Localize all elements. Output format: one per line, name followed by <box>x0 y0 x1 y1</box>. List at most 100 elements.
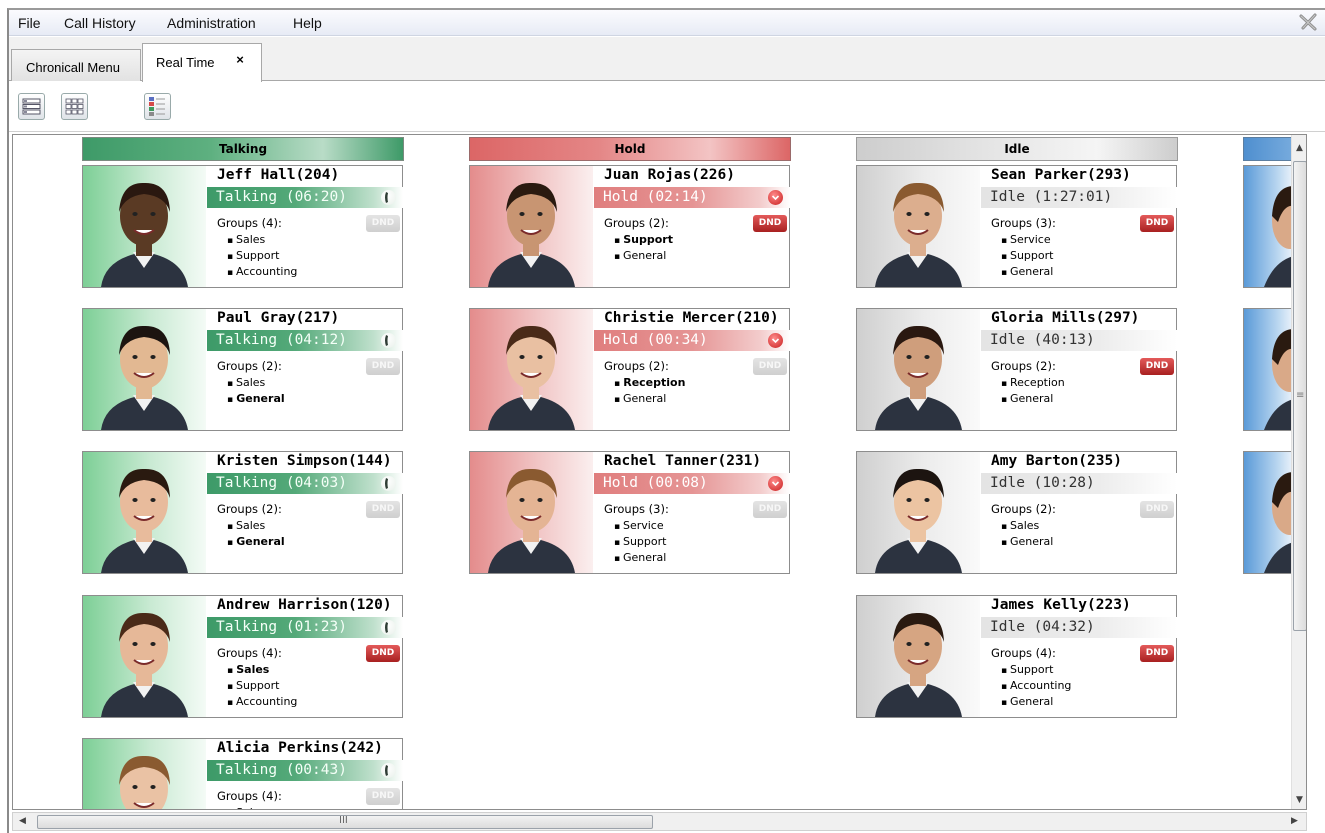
agent-status-bar: Hold (00:34) <box>594 330 790 351</box>
agent-status-text: Talking (00:43) <box>216 762 347 778</box>
agent-photo <box>83 452 206 573</box>
list-view-button[interactable] <box>18 93 45 120</box>
agent-card[interactable]: Sean Parker(293) Idle (1:27:01) Groups (3)… <box>856 165 1177 288</box>
agent-name: Christie Mercer(210) <box>604 310 779 326</box>
tab-real-time[interactable]: Real Time × <box>142 43 262 82</box>
dnd-badge[interactable]: DND <box>1140 645 1174 662</box>
agent-status-bar: Idle (40:13) <box>981 330 1177 351</box>
agent-group-item: Accounting <box>1001 679 1071 692</box>
agent-status-bar: Talking (04:12) <box>207 330 403 351</box>
dnd-badge[interactable]: DND <box>366 358 400 375</box>
agent-group-item: General <box>614 392 666 405</box>
dnd-badge[interactable]: DND <box>753 358 787 375</box>
agent-group-item: Sales <box>227 519 265 532</box>
phone-icon <box>381 476 396 491</box>
agent-card-partial[interactable] <box>1243 165 1293 288</box>
list-view-icon <box>22 98 41 115</box>
agent-card[interactable]: Rachel Tanner(231) Hold (00:08) Groups (3)… <box>469 451 790 574</box>
dnd-badge[interactable]: DND <box>1140 501 1174 518</box>
agent-card[interactable]: Christie Mercer(210) Hold (00:34) Groups (… <box>469 308 790 431</box>
agent-name: Andrew Harrison(120) <box>217 597 392 613</box>
agent-card-partial[interactable] <box>1243 308 1293 431</box>
agent-status-bar: Hold (00:08) <box>594 473 790 494</box>
agent-card-partial[interactable] <box>1243 451 1293 574</box>
agent-group-item: Support <box>227 679 279 692</box>
menu-administration[interactable]: Administration <box>167 15 256 31</box>
phone-icon <box>381 190 396 205</box>
agent-avatar-icon <box>101 468 188 573</box>
agent-photo <box>83 166 206 287</box>
agent-photo <box>83 596 206 717</box>
agent-photo <box>857 596 980 717</box>
hold-icon <box>768 476 783 491</box>
agent-card[interactable]: Juan Rojas(226) Hold (02:14) Groups (2): Su… <box>469 165 790 288</box>
agent-group-item: Support <box>1001 249 1053 262</box>
agent-card[interactable]: Paul Gray(217) Talking (04:12) Groups (2):… <box>82 308 403 431</box>
agent-card[interactable]: Alicia Perkins(242) Talking (00:43) Groups… <box>82 738 403 809</box>
menu-call-history[interactable]: Call History <box>64 15 136 31</box>
close-tab-icon[interactable]: × <box>232 52 248 68</box>
agent-status-bar: Idle (10:28) <box>981 473 1177 494</box>
agent-info: James Kelly(223) Idle (04:32) Groups (4): S… <box>981 596 1177 717</box>
dnd-badge[interactable]: DND <box>366 501 400 518</box>
agent-status-bar: Talking (04:03) <box>207 473 403 494</box>
agent-groups-label: Groups (4): <box>217 216 282 230</box>
dnd-badge[interactable]: DND <box>366 645 400 662</box>
agent-avatar-icon <box>101 182 188 287</box>
grid-view-button[interactable] <box>61 93 88 120</box>
dnd-badge[interactable]: DND <box>366 788 400 805</box>
app-window: File Call History Administration Help Ch… <box>7 8 1325 833</box>
agent-card[interactable]: Gloria Mills(297) Idle (40:13) Groups (2):… <box>856 308 1177 431</box>
vertical-scroll-thumb[interactable]: ≡ <box>1293 161 1306 631</box>
agent-avatar-icon <box>488 468 575 573</box>
scroll-down-arrow-icon[interactable]: ▼ <box>1296 795 1303 805</box>
agent-status-text: Idle (40:13) <box>990 332 1095 348</box>
column-header-idle: Idle <box>856 137 1178 161</box>
agent-card[interactable]: Jeff Hall(204) Talking (06:20) Groups (4):… <box>82 165 403 288</box>
agent-name: Kristen Simpson(144) <box>217 453 392 469</box>
agent-group-item: General <box>1001 695 1053 708</box>
horizontal-scrollbar[interactable]: ◀ III ▶ <box>12 812 1307 831</box>
agent-group-item: General <box>1001 535 1053 548</box>
agent-groups-label: Groups (2): <box>991 502 1056 516</box>
hold-icon <box>768 190 783 205</box>
scroll-grip-icon: III <box>339 815 348 826</box>
agent-status-bar: Talking (01:23) <box>207 617 403 638</box>
dnd-badge[interactable]: DND <box>753 215 787 232</box>
agent-group-item: Support <box>614 233 673 246</box>
agent-avatar-icon <box>875 468 962 573</box>
agent-card[interactable]: Amy Barton(235) Idle (10:28) Groups (2): Sa… <box>856 451 1177 574</box>
column-header-hold: Hold <box>469 137 791 161</box>
agent-card[interactable]: Andrew Harrison(120) Talking (01:23) Group… <box>82 595 403 718</box>
scroll-left-arrow-icon[interactable]: ◀ <box>19 816 26 826</box>
agent-groups-label: Groups (2): <box>217 359 282 373</box>
dnd-badge[interactable]: DND <box>753 501 787 518</box>
agent-status-bar: Idle (04:32) <box>981 617 1177 638</box>
agent-info: Amy Barton(235) Idle (10:28) Groups (2): Sa… <box>981 452 1177 573</box>
status-legend-button[interactable] <box>144 93 171 120</box>
close-window-icon[interactable] <box>1297 11 1319 33</box>
agent-card[interactable]: James Kelly(223) Idle (04:32) Groups (4): S… <box>856 595 1177 718</box>
vertical-scrollbar[interactable]: ▲ ≡ ▼ <box>1291 135 1306 809</box>
agent-groups-label: Groups (2): <box>991 359 1056 373</box>
scroll-up-arrow-icon[interactable]: ▲ <box>1296 143 1303 153</box>
menu-bar: File Call History Administration Help <box>9 10 1325 36</box>
agent-info: Juan Rojas(226) Hold (02:14) Groups (2): Su… <box>594 166 790 287</box>
horizontal-scroll-thumb[interactable]: III <box>37 815 653 829</box>
menu-file[interactable]: File <box>18 15 41 31</box>
agent-photo <box>470 309 593 430</box>
menu-help[interactable]: Help <box>293 15 322 31</box>
agent-status-text: Talking (01:23) <box>216 619 347 635</box>
dnd-badge[interactable]: DND <box>1140 215 1174 232</box>
agent-status-bar: Talking (00:43) <box>207 760 403 781</box>
agent-status-text: Talking (04:12) <box>216 332 347 348</box>
agent-status-text: Hold (00:08) <box>603 475 708 491</box>
agent-group-item: Sales <box>227 233 265 246</box>
scroll-right-arrow-icon[interactable]: ▶ <box>1291 816 1298 826</box>
dnd-badge[interactable]: DND <box>366 215 400 232</box>
tab-chronicall-menu[interactable]: Chronicall Menu <box>11 49 141 81</box>
agent-avatar-icon <box>875 182 962 287</box>
agent-card[interactable]: Kristen Simpson(144) Talking (04:03) Group… <box>82 451 403 574</box>
dnd-badge[interactable]: DND <box>1140 358 1174 375</box>
phone-icon <box>381 620 396 635</box>
